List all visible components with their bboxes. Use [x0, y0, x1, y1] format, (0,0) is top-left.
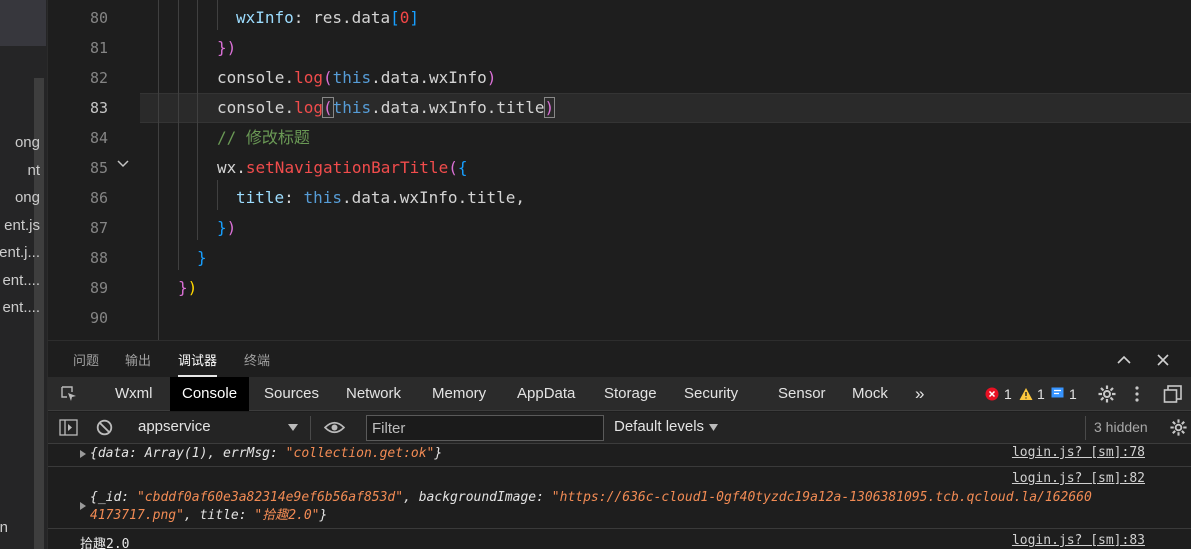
code-line-88: }	[197, 248, 207, 267]
tab-appdata[interactable]: AppData	[505, 377, 587, 411]
close-icon[interactable]	[1154, 351, 1172, 369]
console-message[interactable]: login.js? [sm]:82 {_id: "cbddf0af60e3a82…	[48, 468, 1191, 529]
source-link[interactable]: login.js? [sm]:78	[1012, 445, 1145, 460]
log-levels-dropdown[interactable]: Default levels	[614, 418, 704, 435]
expand-triangle-icon[interactable]	[80, 450, 86, 458]
toolbar-divider	[1085, 416, 1086, 440]
source-link[interactable]: login.js? [sm]:82	[1012, 471, 1145, 486]
error-icon[interactable]	[985, 387, 999, 401]
tab-sources[interactable]: Sources	[252, 377, 331, 411]
tab-debugger[interactable]: 调试器	[178, 350, 218, 377]
console-object-continued[interactable]: 4173717.png", title: "拾趣2.0"}	[90, 507, 327, 525]
line-number: 86	[89, 189, 108, 207]
tab-storage[interactable]: Storage	[592, 377, 669, 411]
code-line-81: })	[217, 38, 237, 57]
devtools-toolbar: Wxml Console Sources Network Memory AppD…	[48, 377, 1191, 411]
code-line-87: })	[217, 218, 237, 237]
explorer-file[interactable]: ent....	[2, 299, 40, 316]
line-number-gutter: 80 81 82 83 84 85 86 87 88 89 90	[48, 0, 140, 340]
tab-console[interactable]: Console	[170, 377, 250, 411]
console-message[interactable]: {data: Array(1), errMsg: "collection.get…	[48, 444, 1191, 467]
console-object[interactable]: {data: Array(1), errMsg: "collection.get…	[90, 445, 442, 463]
line-number: 85	[89, 159, 108, 177]
line-number: 80	[89, 9, 108, 27]
tab-terminal[interactable]: 终端	[244, 350, 270, 369]
explorer-file[interactable]: ent.js	[4, 217, 40, 234]
gear-icon[interactable]	[1097, 384, 1117, 404]
console-filter-bar: appservice Filter Default levels 3 hidde…	[48, 412, 1191, 444]
explorer-file[interactable]: ong	[15, 189, 40, 206]
line-number: 87	[89, 219, 108, 237]
more-options-icon[interactable]	[1133, 385, 1141, 403]
console-output: {data: Array(1), errMsg: "collection.get…	[48, 444, 1191, 549]
eye-icon[interactable]	[324, 420, 345, 435]
code-line-80: wxInfo: res.data[0]	[236, 8, 420, 27]
line-number: 82	[89, 69, 108, 87]
hidden-messages-count: 3 hidden	[1094, 419, 1148, 435]
indent-guide	[158, 0, 159, 340]
indent-guide	[217, 0, 218, 30]
indent-guide	[217, 180, 218, 210]
dropdown-arrow-icon[interactable]	[288, 424, 298, 431]
line-number: 89	[89, 279, 108, 297]
code-line-83: console.log(this.data.wxInfo.title)	[217, 97, 556, 118]
message-count[interactable]: 1	[1069, 386, 1077, 402]
warning-icon[interactable]	[1019, 387, 1033, 401]
inspect-element-icon[interactable]	[60, 385, 78, 403]
code-editor[interactable]: 80 81 82 83 84 85 86 87 88 89 90 wxInfo:…	[48, 0, 1191, 340]
tab-mock[interactable]: Mock	[840, 377, 900, 411]
code-line-84: // 修改标题	[217, 128, 310, 147]
tab-problems[interactable]: 问题	[73, 350, 99, 369]
tab-wxml[interactable]: Wxml	[103, 377, 165, 411]
chevron-down-icon[interactable]	[116, 157, 130, 171]
code-area[interactable]: wxInfo: res.data[0] }) console.log(this.…	[140, 0, 1191, 340]
console-message[interactable]: 拾趣2.0 login.js? [sm]:83	[48, 530, 1191, 549]
file-explorer: ong nt ong ent.js ent.j... ent.... ent..…	[0, 0, 48, 549]
console-settings-gear-icon[interactable]	[1169, 418, 1188, 437]
filter-input[interactable]: Filter	[366, 415, 604, 441]
code-line-82: console.log(this.data.wxInfo)	[217, 68, 497, 87]
code-line-89: })	[178, 278, 198, 297]
explorer-file[interactable]: ent....	[2, 272, 40, 289]
explorer-file[interactable]: nt	[27, 162, 40, 179]
explorer-file[interactable]: ent.j...	[0, 244, 40, 261]
bottom-panel: 问题 输出 调试器 终端 Wxml Console Sources Networ…	[48, 340, 1191, 549]
dock-side-icon[interactable]	[1163, 384, 1183, 404]
source-link[interactable]: login.js? [sm]:83	[1012, 533, 1145, 548]
tab-output[interactable]: 输出	[125, 350, 151, 369]
log-levels-label: Default levels	[614, 418, 705, 435]
expand-triangle-icon[interactable]	[80, 502, 86, 510]
code-line-86: title: this.data.wxInfo.title,	[236, 188, 525, 207]
toolbar-divider	[310, 416, 311, 440]
tab-security[interactable]: Security	[672, 377, 750, 411]
context-selector[interactable]: appservice	[138, 418, 211, 435]
line-number: 88	[89, 249, 108, 267]
explorer-file[interactable]: n	[0, 519, 8, 536]
panel-tabs: 问题 输出 调试器 终端	[48, 341, 1191, 377]
more-tabs-button[interactable]: »	[903, 377, 936, 411]
explorer-selected-item[interactable]	[0, 0, 46, 46]
line-number: 81	[89, 39, 108, 57]
tab-memory[interactable]: Memory	[420, 377, 498, 411]
explorer-file[interactable]: ong	[15, 134, 40, 151]
sidebar-toggle-icon[interactable]	[59, 419, 78, 436]
indent-guide	[197, 0, 198, 240]
line-number-active: 83	[89, 99, 108, 117]
info-icon[interactable]	[1051, 387, 1064, 400]
line-number: 90	[89, 309, 108, 327]
clear-console-icon[interactable]	[96, 419, 113, 436]
console-object[interactable]: {_id: "cbddf0af60e3a82314e9ef6b56af853d"…	[90, 489, 1092, 507]
chevron-up-icon[interactable]	[1115, 351, 1133, 369]
indent-guide	[178, 0, 179, 270]
tab-network[interactable]: Network	[334, 377, 413, 411]
line-number: 84	[89, 129, 108, 147]
error-count[interactable]: 1	[1004, 386, 1012, 402]
code-line-85: wx.setNavigationBarTitle({	[217, 158, 468, 177]
tab-sensor[interactable]: Sensor	[766, 377, 838, 411]
warning-count[interactable]: 1	[1037, 386, 1045, 402]
console-text: 拾趣2.0	[80, 537, 130, 549]
dropdown-arrow-icon[interactable]	[709, 424, 718, 431]
